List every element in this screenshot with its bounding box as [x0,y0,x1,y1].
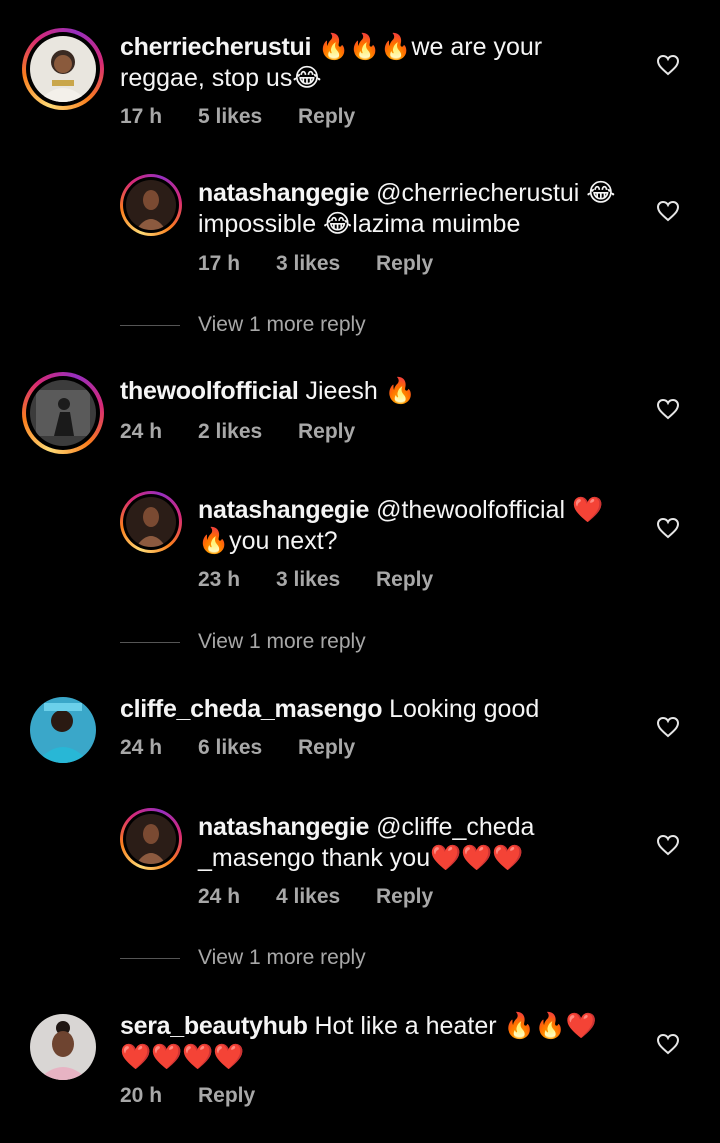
view-more-label[interactable]: View 1 more reply [198,313,366,336]
comment-time: 20 h [120,1084,163,1107]
comment-time: 24 h [198,885,241,908]
view-more-label[interactable]: View 1 more reply [198,630,366,653]
view-more-replies[interactable]: View 1 more reply [120,946,366,970]
reply-button[interactable]: Reply [376,252,433,276]
comment-body: @thewoolfofficial ❤️ [376,496,604,524]
heart-outline-icon[interactable] [656,200,680,222]
comment-likes[interactable]: 2 likes [198,420,298,444]
heart-outline-icon[interactable] [656,1033,680,1055]
comment-username[interactable]: sera_beautyhub [120,1012,308,1040]
comment-text-line: cliffe_cheda_masengo Looking good [120,694,539,725]
avatar[interactable] [120,491,182,553]
reply-button[interactable]: Reply [376,568,433,592]
comment-username[interactable]: thewoolfofficial [120,377,299,405]
avatar[interactable] [30,697,96,763]
comment-meta: 23 h 3 likes Reply [198,568,433,592]
comment-text-line: sera_beautyhub Hot like a heater 🔥🔥❤️ [120,1011,597,1042]
comment-time: 24 h [120,736,163,759]
comment-username[interactable]: natashangegie [198,496,369,524]
comment-meta: 24 h 4 likes Reply [198,885,433,909]
comment-meta: 24 h 2 likes Reply [120,420,355,444]
comment-username[interactable]: natashangegie [198,179,369,207]
view-more-replies[interactable]: View 1 more reply [120,630,366,654]
comment-meta: 24 h 6 likes Reply [120,736,355,760]
comment-likes[interactable]: 3 likes [276,252,376,276]
comment-text-line: natashangegie @cliffe_cheda [198,812,534,843]
comment-text-line: natashangegie @cherriecherustui 😂 [198,178,616,209]
avatar[interactable] [30,1014,96,1080]
comment-meta: 20 h Reply [120,1084,255,1108]
heart-outline-icon[interactable] [656,517,680,539]
comment-body-line2: ❤️❤️❤️❤️ [120,1043,245,1071]
divider [120,641,180,643]
comment-username[interactable]: cliffe_cheda_masengo [120,695,382,723]
comment-text-line: thewoolfofficial Jieesh 🔥 [120,376,416,407]
comment-likes[interactable]: 6 likes [198,736,298,760]
comment-body: 🔥🔥🔥we are your [318,33,543,61]
comment-body: Hot like a heater 🔥🔥❤️ [314,1012,597,1040]
reply-button[interactable]: Reply [298,105,355,129]
view-more-replies[interactable]: View 1 more reply [120,313,366,337]
comment-likes[interactable]: 4 likes [276,885,376,909]
comment-time: 23 h [198,568,241,591]
avatar[interactable] [120,808,182,870]
comment-username[interactable]: cherriecherustui [120,33,311,61]
comment-body-line2: impossible 😂lazima muimbe [198,210,521,238]
comment-likes[interactable]: 3 likes [276,568,376,592]
comment-body-line2: reggae, stop us😂 [120,64,322,92]
comment-time: 17 h [198,252,241,275]
comment-likes[interactable]: 5 likes [198,105,298,129]
comment-meta: 17 h 5 likes Reply [120,105,355,129]
avatar[interactable] [22,372,104,454]
reply-button[interactable]: Reply [198,1084,255,1108]
comment-body: Looking good [389,695,540,723]
heart-outline-icon[interactable] [656,834,680,856]
comment-body: @cliffe_cheda [376,813,535,841]
comment-body: @cherriecherustui 😂 [376,179,616,207]
reply-button[interactable]: Reply [298,420,355,444]
reply-button[interactable]: Reply [376,885,433,909]
heart-outline-icon[interactable] [656,398,680,420]
comment-text-line: natashangegie @thewoolfofficial ❤️ [198,495,603,526]
comment-time: 24 h [120,420,163,443]
avatar[interactable] [22,28,104,110]
comment-time: 17 h [120,105,163,128]
comment-body-line2: _masengo thank you❤️❤️❤️ [198,844,524,872]
comment-body: Jieesh 🔥 [305,377,416,405]
reply-button[interactable]: Reply [298,736,355,760]
comment-meta: 17 h 3 likes Reply [198,252,433,276]
divider [120,324,180,326]
heart-outline-icon[interactable] [656,54,680,76]
view-more-label[interactable]: View 1 more reply [198,946,366,969]
comment-text-line: cherriecherustui 🔥🔥🔥we are your [120,32,542,63]
divider [120,957,180,959]
heart-outline-icon[interactable] [656,716,680,738]
comment-username[interactable]: natashangegie [198,813,369,841]
comment-body-line2: 🔥you next? [198,527,338,555]
avatar[interactable] [120,174,182,236]
